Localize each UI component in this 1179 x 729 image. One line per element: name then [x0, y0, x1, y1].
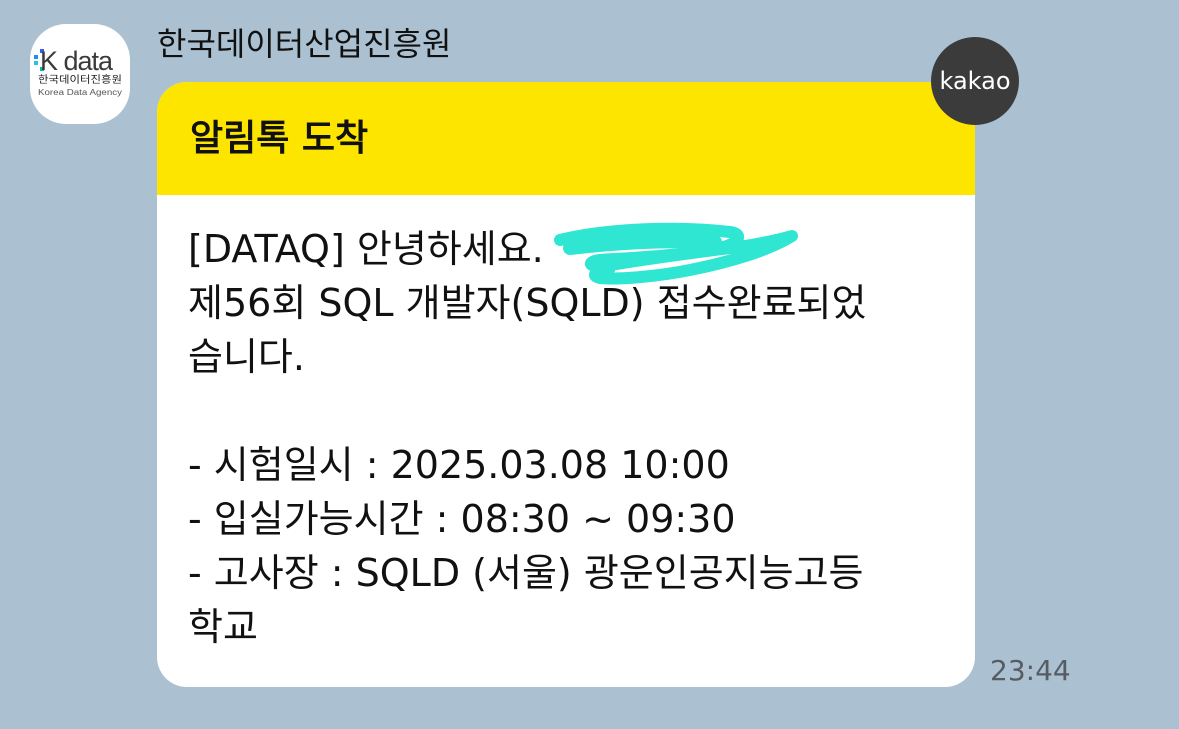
kdata-logo-icon: K data 한국데이터진흥원 Korea Data Agency — [34, 46, 122, 97]
avatar-logo-text: K data — [40, 46, 114, 76]
sender-name: 한국데이터산업진흥원 — [157, 25, 452, 63]
message-timestamp: 23:44 — [990, 654, 1071, 687]
message-line-exam-datetime: - 시험일시 : 2025.03.08 10:00 — [188, 443, 730, 487]
message-line-venue: - 고사장 : SQLD (서울) 광운인공지능고등 — [188, 551, 864, 595]
message-body: [DATAQ] 안녕하세요. 제56회 SQL 개발자(SQLD) 접수완료되었… — [188, 222, 958, 654]
message-line-registration-cont: 습니다. — [188, 335, 305, 379]
message-line-registration: 제56회 SQL 개발자(SQLD) 접수완료되었 — [188, 281, 867, 325]
avatar-org-name-en: Korea Data Agency — [38, 88, 122, 97]
message-line-entry-time: - 입실가능시간 : 08:30 ~ 09:30 — [188, 497, 736, 541]
message-title: 알림톡 도착 — [190, 118, 369, 159]
message-header: 알림톡 도착 — [157, 82, 975, 195]
avatar-org-name-ko: 한국데이터진흥원 — [38, 73, 122, 86]
kakao-badge: kakao — [931, 37, 1019, 125]
message-line-venue-cont: 학교 — [188, 605, 258, 649]
sender-avatar[interactable]: K data 한국데이터진흥원 Korea Data Agency — [30, 24, 130, 124]
message-line-greeting: [DATAQ] 안녕하세요. — [188, 227, 544, 271]
message-line-blank — [188, 384, 958, 438]
